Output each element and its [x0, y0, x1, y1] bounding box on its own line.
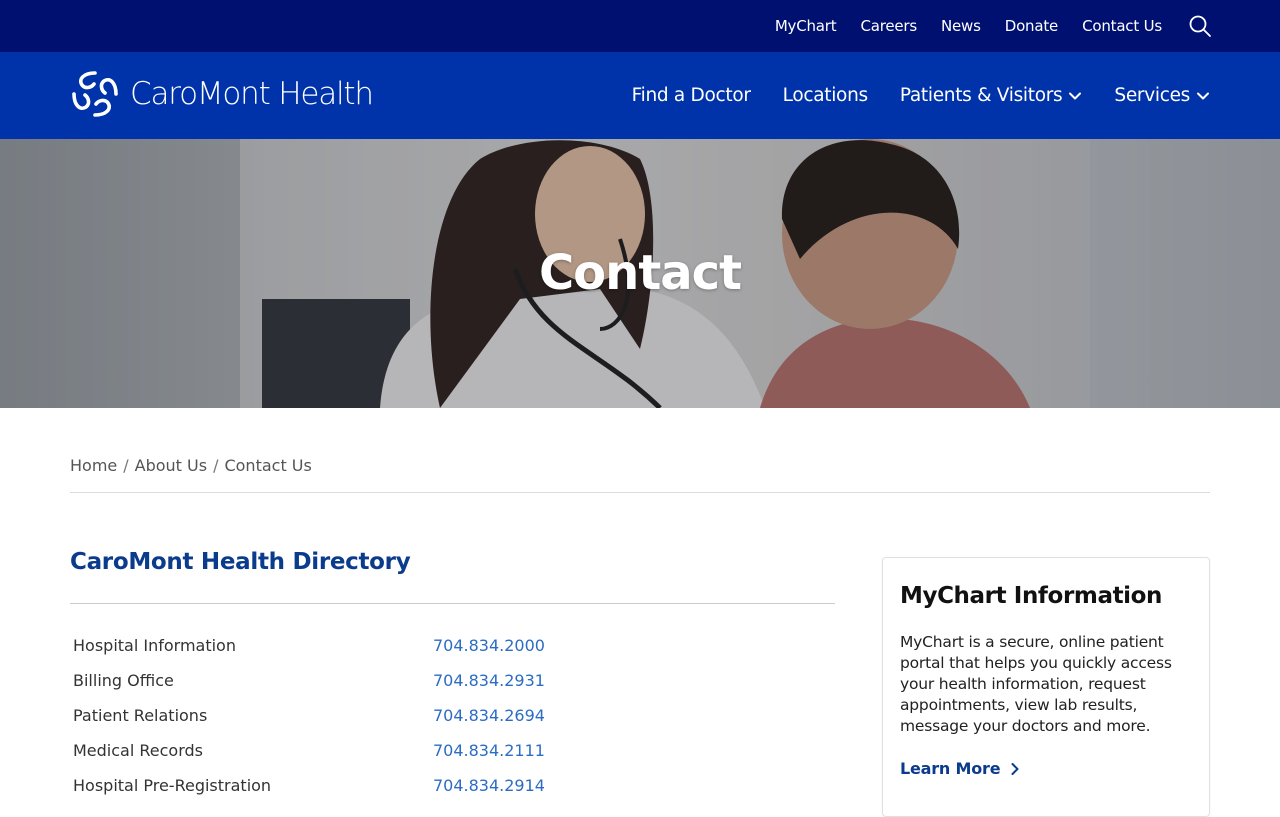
page-title: Contact [538, 245, 742, 301]
caromont-logo-icon [72, 71, 118, 117]
directory-label: Billing Office [73, 671, 174, 690]
breadcrumb-home[interactable]: Home [70, 456, 117, 475]
nav-label: Locations [782, 85, 868, 106]
utility-link-mychart[interactable]: MyChart [775, 17, 837, 35]
nav-label: Find a Doctor [631, 85, 751, 106]
hero-banner: Contact [0, 139, 1280, 408]
nav-find-a-doctor[interactable]: Find a Doctor [632, 85, 751, 106]
table-row: Patient Relations 704.834.2694 [70, 698, 835, 733]
utility-link-contact-us[interactable]: Contact Us [1082, 17, 1162, 35]
breadcrumb-separator: / [123, 456, 129, 475]
mychart-info-card: MyChart Information MyChart is a secure,… [882, 557, 1210, 817]
table-row: Medical Records 704.834.2111 [70, 733, 835, 768]
directory-title: CaroMont Health Directory [70, 549, 411, 575]
nav-label: Patients & Visitors [899, 85, 1063, 106]
utility-link-news[interactable]: News [941, 17, 981, 35]
directory-phone-cell: 704.834.2914 [430, 768, 835, 803]
search-icon[interactable] [1188, 14, 1212, 38]
table-row: Billing Office 704.834.2931 [70, 663, 835, 698]
breadcrumb-separator: / [213, 456, 219, 475]
utility-nav: MyChart Careers News Donate Contact Us [775, 0, 1162, 52]
directory-phone-cell: 704.834.2694 [430, 698, 835, 733]
nav-label: Services [1114, 85, 1190, 106]
nav-locations[interactable]: Locations [783, 85, 868, 106]
directory-label: Patient Relations [73, 706, 208, 725]
nav-services[interactable]: Services [1114, 85, 1210, 106]
directory-phone-cell: 704.834.2000 [430, 628, 835, 663]
utility-link-careers[interactable]: Careers [860, 17, 917, 35]
directory-label: Hospital Information [73, 636, 236, 655]
chevron-down-icon [1069, 92, 1082, 99]
main-header: CaroMont Health Find a Doctor Locations … [0, 52, 1280, 139]
breadcrumb-about-us[interactable]: About Us [135, 456, 207, 475]
phone-link[interactable]: 704.834.2914 [433, 776, 545, 795]
main-nav: Find a Doctor Locations Patients & Visit… [632, 52, 1210, 139]
directory-phone-cell: 704.834.2931 [430, 663, 835, 698]
logo-text: CaroMont Health [130, 76, 374, 112]
utility-link-donate[interactable]: Donate [1005, 17, 1059, 35]
phone-link[interactable]: 704.834.2931 [433, 671, 545, 690]
learn-more-label: Learn More [900, 759, 1001, 778]
phone-link[interactable]: 704.834.2111 [433, 741, 545, 760]
breadcrumb: Home / About Us / Contact Us [70, 456, 312, 475]
directory-divider [70, 603, 835, 604]
table-row: Hospital Pre-Registration 704.834.2914 [70, 768, 835, 803]
nav-patients-visitors[interactable]: Patients & Visitors [900, 85, 1083, 106]
chevron-right-icon [1011, 762, 1019, 775]
directory-label: Hospital Pre-Registration [73, 776, 272, 795]
directory-phone-cell: 704.834.2111 [430, 733, 835, 768]
card-title: MyChart Information [900, 583, 1163, 609]
chevron-down-icon [1197, 92, 1209, 99]
card-body: MyChart is a secure, online patient port… [900, 633, 1172, 735]
learn-more-link[interactable]: Learn More [900, 759, 1021, 778]
logo[interactable]: CaroMont Health [70, 68, 374, 120]
directory-table: Hospital Information 704.834.2000 Billin… [70, 628, 835, 803]
breadcrumb-divider [70, 492, 1210, 493]
phone-link[interactable]: 704.834.2000 [433, 636, 545, 655]
utility-bar: MyChart Careers News Donate Contact Us [0, 0, 1280, 52]
phone-link[interactable]: 704.834.2694 [433, 706, 545, 725]
breadcrumb-current: Contact Us [224, 456, 312, 475]
directory-label: Medical Records [73, 741, 203, 760]
table-row: Hospital Information 704.834.2000 [70, 628, 835, 663]
